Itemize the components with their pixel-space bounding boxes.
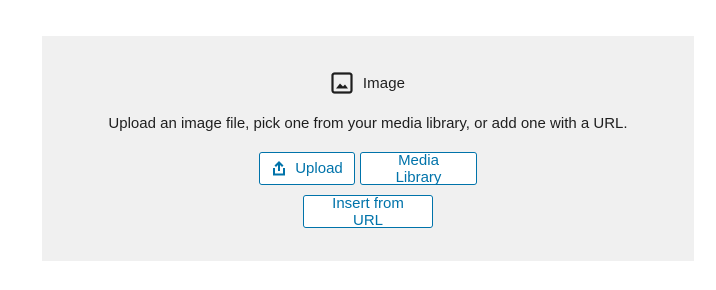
block-instructions: Upload an image file, pick one from your…	[108, 115, 628, 132]
block-title: Image	[362, 74, 406, 92]
button-row-primary: Upload Media Library	[42, 151, 694, 186]
upload-button[interactable]: Upload	[259, 152, 355, 185]
insert-from-url-button[interactable]: Insert from URL	[303, 194, 433, 229]
insert-from-url-button-label: Insert from URL	[332, 194, 404, 229]
upload-button-label: Upload	[295, 160, 343, 177]
image-block-placeholder: Image Upload an image file, pick one fro…	[42, 36, 694, 261]
button-row-secondary: Insert from URL	[42, 194, 694, 229]
media-library-button-label: Media Library	[395, 151, 442, 186]
block-header: Image	[42, 71, 694, 95]
media-library-button[interactable]: Media Library	[360, 151, 477, 186]
image-icon	[331, 72, 353, 94]
upload-icon	[271, 160, 287, 177]
